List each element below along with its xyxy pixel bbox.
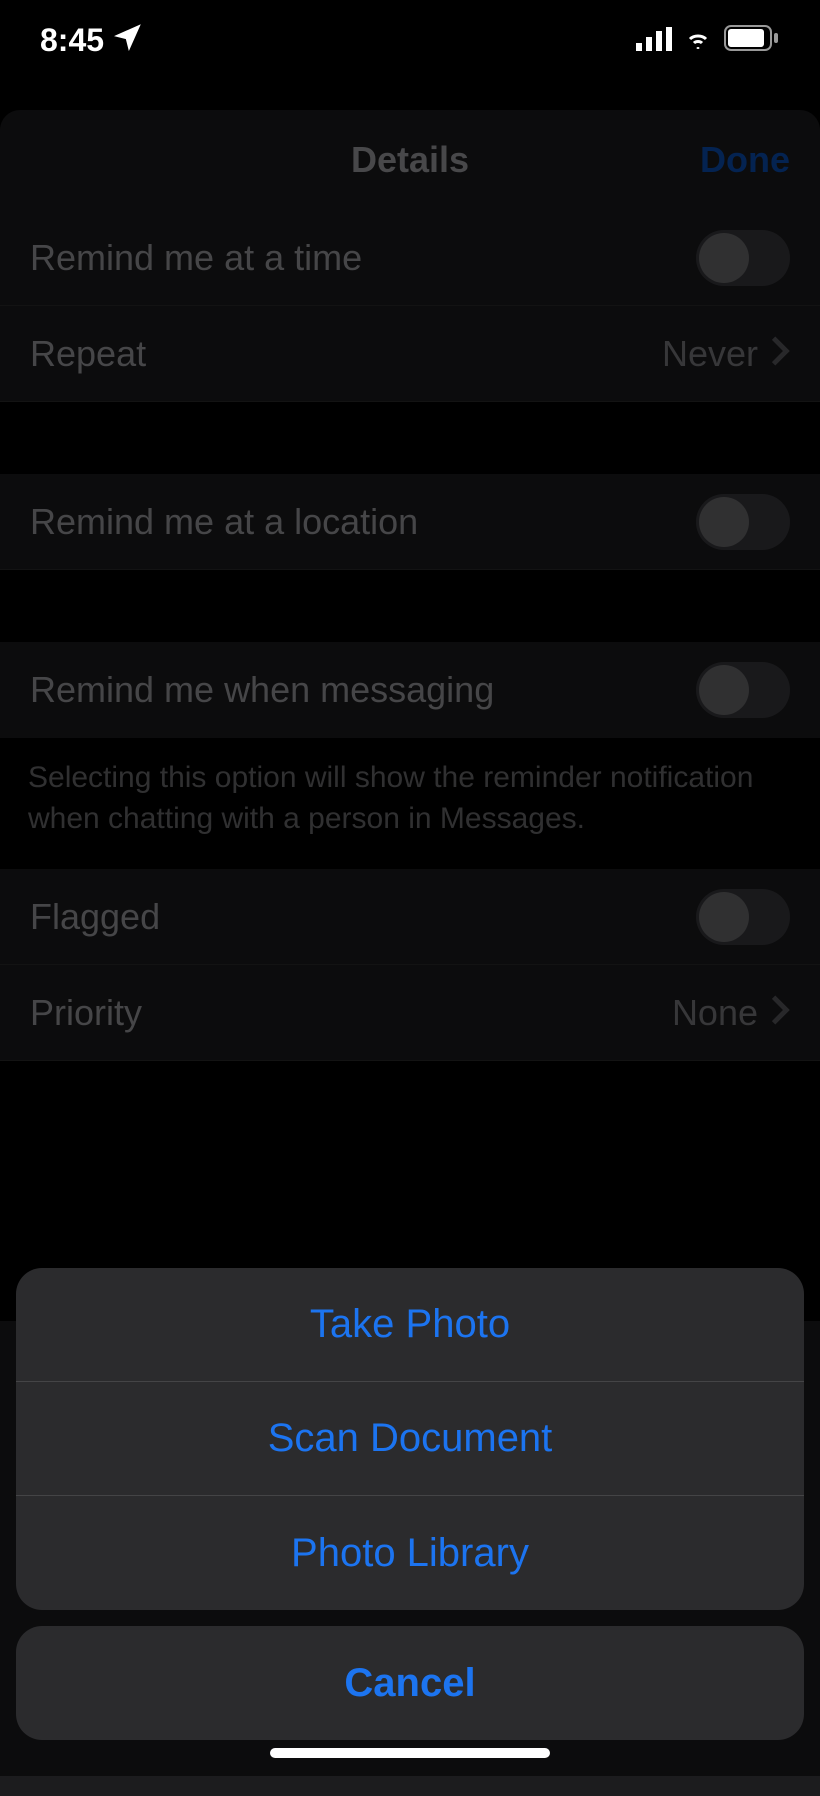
remind-time-toggle[interactable] (696, 230, 790, 286)
remind-messaging-toggle[interactable] (696, 662, 790, 718)
toggle-knob (699, 665, 749, 715)
chevron-right-icon (770, 335, 790, 372)
remind-location-row[interactable]: Remind me at a location (0, 474, 820, 570)
location-icon (114, 22, 142, 59)
wifi-icon (682, 22, 714, 59)
flagged-toggle[interactable] (696, 889, 790, 945)
chevron-right-icon (770, 994, 790, 1031)
status-left: 8:45 (40, 22, 142, 59)
action-sheet-options: Take Photo Scan Document Photo Library (16, 1268, 804, 1610)
action-sheet-cancel-group: Cancel (16, 1626, 804, 1740)
scan-document-button[interactable]: Scan Document (16, 1382, 804, 1496)
battery-icon (724, 22, 780, 59)
section-gap (0, 570, 820, 642)
flagged-row[interactable]: Flagged (0, 869, 820, 965)
status-bar: 8:45 (0, 0, 820, 80)
cancel-button[interactable]: Cancel (16, 1626, 804, 1740)
section-gap (0, 402, 820, 474)
repeat-row[interactable]: Repeat Never (0, 306, 820, 402)
flagged-label: Flagged (30, 896, 160, 938)
priority-row[interactable]: Priority None (0, 965, 820, 1061)
messaging-footer-text: Selecting this option will show the remi… (0, 738, 820, 869)
action-sheet: Take Photo Scan Document Photo Library C… (0, 1268, 820, 1776)
repeat-value-group: Never (662, 333, 790, 375)
remind-messaging-label: Remind me when messaging (30, 669, 494, 711)
home-indicator[interactable] (270, 1748, 550, 1758)
toggle-knob (699, 497, 749, 547)
priority-value: None (672, 992, 758, 1034)
take-photo-button[interactable]: Take Photo (16, 1268, 804, 1382)
location-section: Remind me at a location (0, 474, 820, 570)
toggle-knob (699, 233, 749, 283)
toggle-knob (699, 892, 749, 942)
repeat-label: Repeat (30, 333, 146, 375)
remind-location-toggle[interactable] (696, 494, 790, 550)
photo-library-button[interactable]: Photo Library (16, 1496, 804, 1610)
remind-time-row[interactable]: Remind me at a time (0, 210, 820, 306)
nav-header: Details Done (0, 110, 820, 210)
remind-time-label: Remind me at a time (30, 237, 362, 279)
cellular-signal-icon (636, 22, 672, 59)
status-time: 8:45 (40, 22, 104, 59)
priority-value-group: None (672, 992, 790, 1034)
messaging-section: Remind me when messaging (0, 642, 820, 738)
flagged-priority-section: Flagged Priority None (0, 869, 820, 1061)
priority-label: Priority (30, 992, 142, 1034)
time-section: Remind me at a time Repeat Never (0, 210, 820, 402)
status-right (636, 22, 780, 59)
page-title: Details (351, 139, 469, 181)
remind-location-label: Remind me at a location (30, 501, 418, 543)
remind-messaging-row[interactable]: Remind me when messaging (0, 642, 820, 738)
repeat-value: Never (662, 333, 758, 375)
done-button[interactable]: Done (700, 139, 790, 181)
